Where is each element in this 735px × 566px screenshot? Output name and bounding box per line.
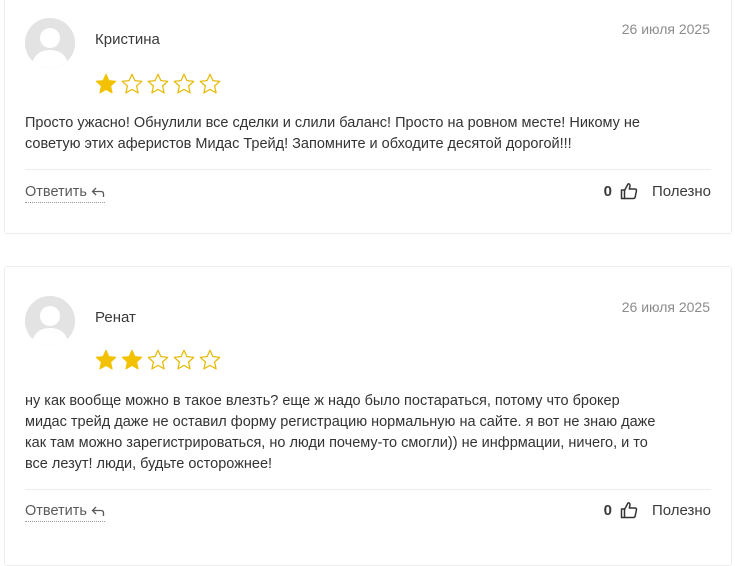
thumbs-up-icon[interactable] bbox=[620, 182, 638, 200]
review-date: 26 июля 2025 bbox=[621, 299, 710, 315]
star-rating bbox=[94, 348, 222, 372]
reply-arrow-icon bbox=[91, 506, 105, 516]
star-filled-icon bbox=[95, 349, 117, 370]
reply-arrow-icon bbox=[91, 187, 105, 197]
reply-link[interactable]: Ответить bbox=[25, 184, 105, 203]
review-date: 26 июля 2025 bbox=[621, 21, 710, 37]
star-empty-icon bbox=[199, 73, 221, 94]
review-author: Ренат bbox=[95, 309, 136, 326]
star-rating bbox=[94, 72, 222, 96]
helpful-count: 0 bbox=[603, 182, 612, 200]
star-empty-icon bbox=[147, 349, 169, 370]
review-card: Кристина 26 июля 2025 Просто ужасно! Обн… bbox=[4, 0, 732, 234]
star-empty-icon bbox=[173, 349, 195, 370]
star-filled-icon bbox=[121, 349, 143, 370]
reply-link[interactable]: Ответить bbox=[25, 503, 105, 522]
helpful-button[interactable]: Полезно bbox=[652, 502, 711, 519]
thumbs-up-icon[interactable] bbox=[620, 501, 638, 519]
star-empty-icon bbox=[147, 73, 169, 94]
reply-label: Ответить bbox=[25, 184, 87, 200]
helpful-count: 0 bbox=[603, 501, 612, 519]
helpful-button[interactable]: Полезно bbox=[652, 183, 711, 200]
divider bbox=[25, 489, 711, 490]
star-empty-icon bbox=[173, 73, 195, 94]
review-text: ну как вообще можно в такое влезть? еще … bbox=[25, 393, 656, 472]
star-filled-icon bbox=[95, 73, 117, 94]
review-author: Кристина bbox=[95, 31, 160, 48]
reply-label: Ответить bbox=[25, 503, 87, 519]
avatar bbox=[25, 296, 75, 346]
review-card: Ренат 26 июля 2025 ну как вообще можно в… bbox=[4, 266, 732, 566]
user-placeholder-icon bbox=[25, 296, 75, 346]
avatar bbox=[25, 18, 75, 68]
user-placeholder-icon bbox=[25, 18, 75, 68]
review-text: Просто ужасно! Обнулили все сделки и сли… bbox=[25, 115, 640, 152]
divider bbox=[25, 169, 711, 170]
star-empty-icon bbox=[199, 349, 221, 370]
star-empty-icon bbox=[121, 73, 143, 94]
helpful-block: 0 Полезно bbox=[604, 182, 711, 200]
helpful-block: 0 Полезно bbox=[604, 501, 711, 519]
